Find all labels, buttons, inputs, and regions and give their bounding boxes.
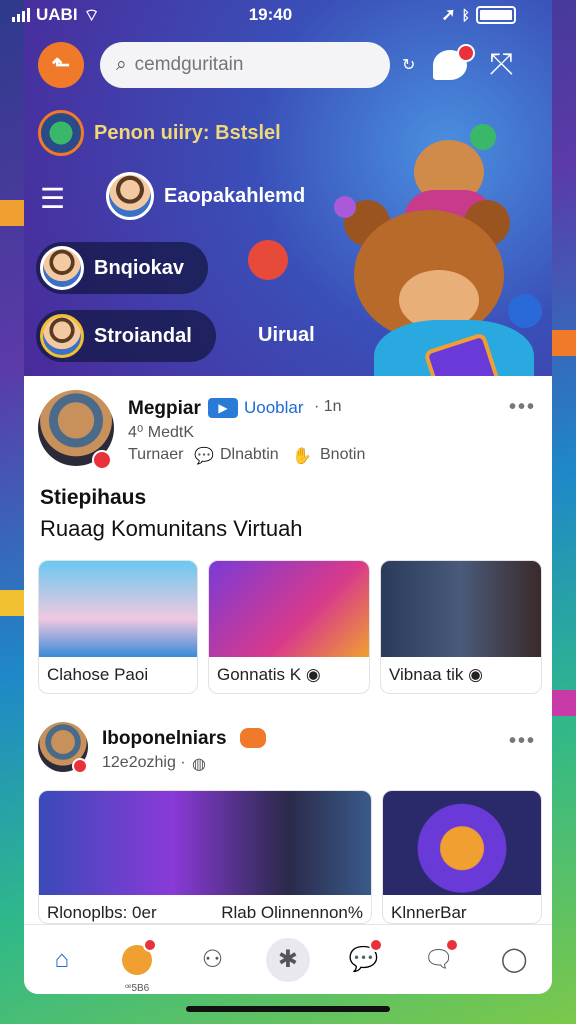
post-action[interactable]: Bnotin xyxy=(320,446,365,464)
media-card[interactable]: KlnnerBar xyxy=(382,790,542,924)
avatar xyxy=(40,246,84,290)
search-icon: ⌕ xyxy=(116,54,127,75)
decor-orb xyxy=(248,240,288,280)
location-icon: ➚ xyxy=(441,5,456,24)
bottom-tab-bar: ⌂ ꟹ5B6 ⚇ ✱ 💬 🗨 ◯ xyxy=(24,924,552,994)
messenger-icon[interactable]: 🗨 xyxy=(417,937,461,982)
media-card[interactable]: Gonnatis K ◉ xyxy=(208,560,370,694)
story-label: Stroiandal xyxy=(94,324,192,347)
post-time: · 1n xyxy=(314,398,342,415)
signal-icon xyxy=(12,8,30,22)
verified-icon: ▶ xyxy=(208,398,238,418)
media-thumbnail xyxy=(381,561,541,657)
media-thumbnail xyxy=(209,561,369,657)
more-options-icon[interactable]: ••• xyxy=(509,396,536,419)
media-card[interactable]: Vibnaa tik ◉ xyxy=(380,560,542,694)
stories-header[interactable]: Penon uiiry: Bstslel xyxy=(38,110,281,156)
avatar xyxy=(106,172,154,220)
bg-stripe xyxy=(0,590,24,616)
badge-icon xyxy=(240,728,266,748)
status-bar: UABI ⌔ 19:40 ➚ ᛒ xyxy=(0,0,552,30)
refresh-icon[interactable]: ↻ xyxy=(402,55,415,75)
stories-title: Penon uiiry: Bstslel xyxy=(94,121,281,144)
avatar xyxy=(38,110,84,156)
post-author[interactable]: Megpiar xyxy=(128,398,201,420)
post-card: Iboponelniars 12e2ozhig · ◍ ••• Rlonoplb… xyxy=(24,706,552,924)
chat-icon[interactable]: 💬 xyxy=(341,937,385,982)
media-thumbnail xyxy=(39,561,197,657)
home-icon[interactable]: ⌂ xyxy=(40,938,84,982)
bluetooth-icon: ᛒ xyxy=(461,7,470,23)
search-input[interactable] xyxy=(134,54,355,76)
comment-icon: 💬 xyxy=(194,448,214,465)
post-action[interactable]: Turnaer xyxy=(128,446,183,464)
menu-icon[interactable]: ☰ xyxy=(40,182,65,215)
media-card[interactable]: Clahose Paoi xyxy=(38,560,198,694)
app-logo[interactable]: ⬑ xyxy=(38,42,84,88)
story-label: Bnqiokav xyxy=(94,256,185,279)
people-icon[interactable]: ⚇ xyxy=(191,938,235,982)
notification-dot xyxy=(369,937,384,952)
story-label: Eaopakahlemd xyxy=(164,184,306,207)
live-badge-icon xyxy=(92,450,112,470)
media-thumbnail xyxy=(383,791,541,895)
notification-dot xyxy=(444,937,459,952)
post-author[interactable]: Iboponelniars xyxy=(102,728,227,750)
mascot-illustration xyxy=(304,100,544,376)
badge-icon[interactable]: ꟹ5B6 xyxy=(115,937,159,994)
post-subtitle: 4⁰ MedtK xyxy=(128,424,194,441)
profile-icon[interactable]: ◯ xyxy=(492,938,536,982)
post-card: Megpiar ▶ Uooblar · 1n ••• 4⁰ MedtK Turn… xyxy=(24,376,552,706)
search-bar[interactable]: ⌕ xyxy=(100,42,390,88)
asterisk-icon[interactable]: ✱ xyxy=(265,937,310,982)
notification-dot xyxy=(143,937,158,952)
app-screen: ⬑ ⌕ ↻ ⤧ Penon uiiry: Bstslel ☰ Eaopakahl… xyxy=(24,0,552,994)
story-chip[interactable]: Eaopakahlemd xyxy=(106,172,305,220)
media-card[interactable]: Rlonoplbs: 0er Rlab Olinnennon% xyxy=(38,790,372,924)
post-body: Ruaag Komunitans Virtuah xyxy=(40,516,303,541)
chat-bubble-icon[interactable] xyxy=(433,44,476,80)
carrier-label: UABI xyxy=(36,5,78,24)
avatar xyxy=(40,314,84,358)
decor-orb xyxy=(470,124,496,150)
battery-icon xyxy=(476,6,516,24)
feed: Megpiar ▶ Uooblar · 1n ••• 4⁰ MedtK Turn… xyxy=(24,376,552,924)
audio-icon: ◉ xyxy=(305,665,321,684)
globe-icon: ◍ xyxy=(192,756,206,773)
notification-dot xyxy=(457,44,476,62)
post-action[interactable]: Dlnabtin xyxy=(220,446,279,464)
media-caption: Clahose Paoi xyxy=(47,665,149,684)
decor-orb xyxy=(334,196,356,218)
decor-orb xyxy=(508,294,542,328)
post-time: 12e2ozhig · xyxy=(102,754,186,771)
bg-stripe xyxy=(0,200,24,226)
story-chip[interactable]: Bnqiokav xyxy=(36,242,209,294)
live-badge-icon xyxy=(72,758,88,774)
more-options-icon[interactable]: ••• xyxy=(509,730,536,753)
reaction-icon: ✋ xyxy=(292,448,312,465)
post-tag[interactable]: Uooblar xyxy=(244,398,304,418)
post-title: Stiepihaus xyxy=(40,486,147,509)
media-caption: Vibnaa tik ◉ xyxy=(389,665,483,684)
story-chip[interactable]: Stroiandal xyxy=(36,310,216,362)
media-caption: Rlonoplbs: 0er Rlab Olinnennon% xyxy=(47,903,363,922)
wifi-icon: ⌔ xyxy=(83,5,100,25)
story-extra-label: Uirual xyxy=(258,324,315,346)
audio-icon: ◉ xyxy=(468,665,483,684)
expand-icon[interactable]: ⤧ xyxy=(489,50,513,80)
hero-banner: ⬑ ⌕ ↻ ⤧ Penon uiiry: Bstslel ☰ Eaopakahl… xyxy=(24,0,552,376)
bg-stripe xyxy=(552,690,576,716)
clock: 19:40 xyxy=(248,5,293,24)
bg-stripe xyxy=(552,330,576,356)
tab-label: ꟹ5B6 xyxy=(125,982,150,994)
media-caption: Gonnatis K ◉ xyxy=(217,665,321,684)
media-thumbnail xyxy=(39,791,371,895)
media-caption: KlnnerBar xyxy=(391,903,467,922)
home-indicator xyxy=(186,1006,390,1012)
